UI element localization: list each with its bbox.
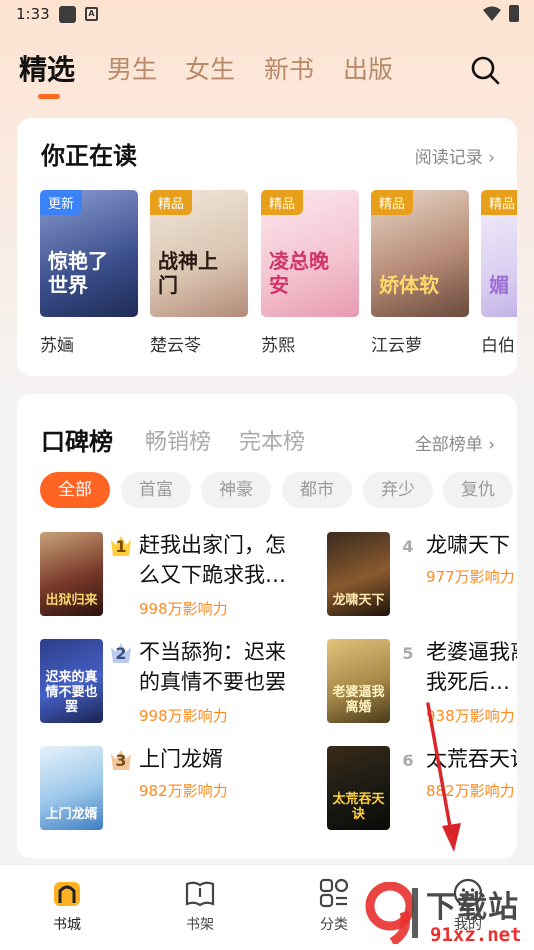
currently-reading-card: 你正在读 阅读记录 › 更新 惊艳了世界 苏婳 精品 战神上门 楚云苓 精品 凌… [17, 118, 517, 376]
cover-title: 太荒吞天诀 [332, 792, 385, 822]
chip-richest[interactable]: 首富 [121, 472, 191, 508]
rank-item[interactable]: 出狱归来 1 赶我出家门，怎么又下跪求我… 998万影响力 [40, 532, 340, 618]
chevron-right-icon: › [488, 435, 495, 455]
tab-new-books[interactable]: 新书 [264, 50, 314, 86]
book-cover: 精品 凌总晚安 [261, 190, 359, 317]
nav-bookstore[interactable]: 书城 [17, 865, 117, 950]
cover-title: 龙啸天下 [332, 593, 385, 608]
cover-title: 媚 [489, 273, 509, 297]
rank-influence: 982万影响力 [139, 782, 228, 800]
nav-profile[interactable]: 我的 [418, 865, 518, 950]
book-cover: 精品 媚 [481, 190, 517, 317]
rank-title: 老婆逼我离婚，我死后… [426, 640, 517, 694]
search-icon[interactable] [470, 55, 500, 85]
rank-number: 4 [402, 537, 414, 556]
battery-icon [509, 5, 519, 22]
book-item[interactable]: 精品 战神上门 楚云苓 [150, 190, 248, 356]
premium-badge: 精品 [261, 190, 304, 215]
chip-tycoon[interactable]: 神豪 [201, 472, 271, 508]
premium-badge: 精品 [150, 190, 193, 215]
rank-number: 5 [402, 644, 414, 663]
nav-label: 书架 [186, 917, 214, 933]
rank-title: 不当舔狗：迟来的真情不要也罢 [139, 640, 286, 694]
tab-completed[interactable]: 完本榜 [239, 424, 305, 456]
book-item[interactable]: 精品 凌总晚安 苏熙 [261, 190, 359, 356]
bookstore-icon [54, 882, 80, 906]
rank-cover: 迟来的真情不要也罢 [40, 639, 103, 723]
tab-word-of-mouth[interactable]: 口碑榜 [41, 422, 113, 457]
premium-badge: 精品 [371, 190, 414, 215]
rank-influence: 977万影响力 [426, 568, 515, 586]
rank-item[interactable]: 迟来的真情不要也罢 2 不当舔狗：迟来的真情不要也罢 998万影响力 [40, 639, 340, 725]
cover-title: 上门龙婿 [45, 807, 98, 822]
chip-revenge[interactable]: 复仇 [443, 472, 513, 508]
chip-all[interactable]: 全部 [40, 472, 110, 508]
premium-badge: 精品 [481, 190, 517, 215]
rank-cover: 老婆逼我离婚 [327, 639, 390, 723]
reading-history-link[interactable]: 阅读记录 › [415, 143, 495, 168]
status-time: 1:33 [16, 5, 50, 23]
rank-cover: 太荒吞天诀 [327, 746, 390, 830]
rank-title: 赶我出家门，怎么又下跪求我… [139, 533, 286, 587]
nav-bookshelf[interactable]: 书架 [150, 865, 250, 950]
cover-title: 老婆逼我离婚 [332, 685, 385, 715]
book-name: 楚云苓 [150, 336, 201, 356]
rank-title: 龙啸天下 [426, 533, 510, 557]
app-notification-icon: A [85, 7, 98, 21]
status-bar: 1:33 A [0, 0, 534, 30]
nav-label: 书城 [53, 917, 81, 933]
book-name: 苏熙 [261, 336, 295, 356]
rank-item[interactable]: 龙啸天下 4 龙啸天下 977万影响力 [327, 532, 517, 616]
chip-urban[interactable]: 都市 [282, 472, 352, 508]
rank-item[interactable]: 上门龙婿 3 上门龙婿 982万影响力 [40, 746, 340, 830]
book-item[interactable]: 更新 惊艳了世界 苏婳 [40, 190, 138, 356]
rank-cover: 龙啸天下 [327, 532, 390, 616]
book-name: 白伯 [481, 336, 515, 356]
book-name: 江云萝 [371, 336, 422, 356]
rank-crown-badge: 1 [110, 534, 132, 558]
tab-featured[interactable]: 精选 [19, 48, 75, 88]
categories-icon [319, 878, 349, 908]
chip-abandoned[interactable]: 弃少 [363, 472, 433, 508]
book-item[interactable]: 精品 娇体软 江云萝 [371, 190, 469, 356]
book-cover: 更新 惊艳了世界 [40, 190, 138, 317]
rank-cover: 上门龙婿 [40, 746, 103, 830]
all-rankings-link[interactable]: 全部榜单 › [415, 430, 495, 455]
cover-title: 迟来的真情不要也罢 [45, 670, 98, 715]
category-tabs: 精选 男生 女生 新书 出版 [0, 50, 534, 100]
book-cover: 精品 娇体软 [371, 190, 469, 317]
rank-crown-badge: 3 [110, 748, 132, 772]
nav-label: 分类 [320, 917, 348, 933]
rank-crown-badge: 2 [110, 641, 132, 665]
rank-number: 6 [402, 751, 414, 770]
cover-title: 娇体软 [379, 273, 439, 297]
bottom-nav: 书城 书架 分类 我的 [0, 864, 534, 950]
rank-influence: 998万影响力 [139, 600, 228, 618]
rank-cover: 出狱归来 [40, 532, 103, 616]
cover-title: 惊艳了世界 [48, 249, 108, 297]
tab-male[interactable]: 男生 [107, 50, 157, 86]
nav-label: 我的 [454, 917, 482, 933]
chevron-right-icon: › [488, 148, 495, 168]
tab-published[interactable]: 出版 [343, 50, 393, 86]
profile-icon [453, 878, 483, 908]
cover-title: 出狱归来 [45, 593, 98, 608]
wifi-icon [483, 6, 501, 21]
rank-influence: 998万影响力 [139, 707, 228, 725]
bookshelf-icon [185, 881, 215, 907]
book-name: 苏婳 [40, 336, 74, 356]
book-item[interactable]: 精品 媚 白伯 [481, 190, 517, 356]
annotation-arrow [426, 702, 461, 852]
update-badge: 更新 [40, 190, 83, 215]
tab-female[interactable]: 女生 [185, 50, 235, 86]
notification-icon [59, 6, 76, 23]
section-title: 你正在读 [41, 142, 137, 170]
book-cover: 精品 战神上门 [150, 190, 248, 317]
tab-bestseller[interactable]: 畅销榜 [145, 424, 211, 456]
cover-title: 凌总晚安 [269, 249, 329, 297]
tab-indicator [38, 94, 60, 99]
nav-categories[interactable]: 分类 [284, 865, 384, 950]
rank-title: 上门龙婿 [139, 747, 223, 771]
cover-title: 战神上门 [158, 249, 218, 297]
